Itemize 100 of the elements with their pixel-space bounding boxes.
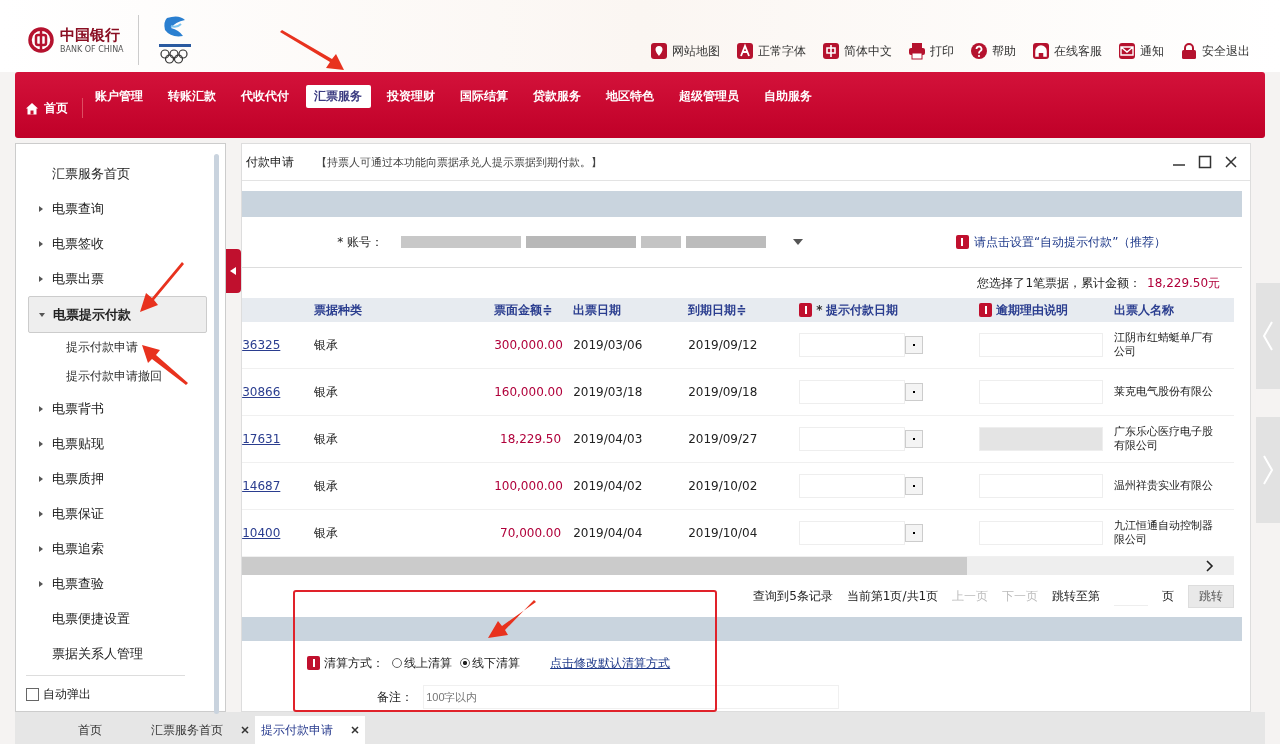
amount-cell: 18,229.50 bbox=[500, 432, 562, 446]
nav-tab[interactable]: 自助服务 bbox=[756, 85, 821, 108]
maximize-icon[interactable] bbox=[1198, 155, 1213, 169]
calendar-button[interactable] bbox=[905, 477, 924, 495]
bank-name-english: BANK OF CHINA bbox=[60, 45, 124, 54]
home-tab[interactable]: 首页 bbox=[25, 98, 83, 118]
bill-number-link[interactable]: 30866 bbox=[242, 385, 281, 399]
close-icon[interactable] bbox=[351, 726, 359, 734]
header-link[interactable]: 帮助 bbox=[970, 42, 1016, 60]
sidebar-item[interactable]: 电票追索 bbox=[28, 531, 207, 566]
bill-number-link[interactable]: 10400 bbox=[242, 526, 281, 540]
settlement-radio[interactable]: 线上清算 bbox=[392, 654, 453, 672]
close-icon[interactable] bbox=[1224, 155, 1239, 169]
date-field[interactable] bbox=[799, 474, 906, 498]
horizontal-scrollbar[interactable] bbox=[242, 557, 1235, 575]
table-cell: 2019/09/18 bbox=[688, 385, 758, 399]
sidebar-item[interactable]: 电票质押 bbox=[28, 461, 207, 496]
nav-tab[interactable]: 贷款服务 bbox=[525, 85, 590, 108]
table-cell: 银承 bbox=[314, 337, 339, 352]
date-field[interactable] bbox=[799, 333, 906, 357]
required-mark: * bbox=[816, 303, 823, 317]
auto-popup-checkbox[interactable]: 自动弹出 bbox=[26, 686, 185, 703]
nav-tab[interactable]: 地区特色 bbox=[598, 85, 663, 108]
table-cell: 2019/04/04 bbox=[573, 526, 643, 540]
nav-tab[interactable]: 汇票服务 bbox=[306, 85, 371, 108]
padlock-icon bbox=[1180, 42, 1198, 60]
calendar-button[interactable] bbox=[905, 430, 924, 448]
sidebar-subitem[interactable]: 提示付款申请撤回 bbox=[28, 362, 207, 391]
selection-summary: 您选择了1笔票据，累计金额： bbox=[977, 274, 1142, 292]
header-link[interactable]: 安全退出 bbox=[1180, 42, 1250, 60]
letter-icon bbox=[736, 42, 754, 60]
collapsed-triangle-icon bbox=[38, 405, 44, 412]
nav-tab[interactable]: 转账汇款 bbox=[160, 85, 225, 108]
table-cell: 2019/09/27 bbox=[688, 432, 758, 446]
sidebar-item[interactable]: 电票出票 bbox=[28, 261, 207, 296]
nav-tab[interactable]: 投资理财 bbox=[379, 85, 444, 108]
collapsed-triangle-icon bbox=[38, 545, 44, 552]
column-header: 票据种类 bbox=[314, 301, 363, 319]
amount-cell: 300,000.00 bbox=[494, 338, 563, 352]
bill-number-link[interactable]: 17631 bbox=[242, 432, 281, 446]
nav-tab[interactable]: 代收代付 bbox=[233, 85, 298, 108]
sidebar-subitem[interactable]: 提示付款申请 bbox=[28, 333, 207, 362]
column-header: 出票日期 bbox=[573, 301, 622, 319]
alert-icon bbox=[799, 303, 813, 317]
headset-icon bbox=[1032, 42, 1050, 60]
annotation-arrow bbox=[138, 262, 184, 312]
page-tab[interactable]: 首页 bbox=[35, 716, 145, 744]
header-link[interactable]: 在线客服 bbox=[1032, 42, 1102, 60]
bill-number-link[interactable]: 36325 bbox=[242, 338, 281, 352]
nav-tab[interactable]: 账户管理 bbox=[87, 85, 152, 108]
header-link[interactable]: 打印 bbox=[908, 42, 954, 60]
settlement-radio[interactable]: 线下清算 bbox=[460, 654, 521, 672]
home-icon bbox=[25, 101, 39, 115]
amount-cell: 70,000.00 bbox=[500, 526, 562, 540]
annotation-arrow bbox=[278, 30, 344, 72]
header-link[interactable]: 网站地图 bbox=[650, 42, 720, 60]
nav-tab[interactable]: 国际结算 bbox=[452, 85, 517, 108]
column-header: 提示付款日期 bbox=[826, 301, 899, 319]
sidebar-item[interactable]: 电票签收 bbox=[28, 226, 207, 261]
sidebar-item[interactable]: 汇票服务首页 bbox=[28, 156, 207, 191]
page-tab[interactable]: 提示付款申请 bbox=[255, 716, 365, 744]
alert-icon bbox=[955, 235, 969, 249]
sidebar-item[interactable]: 电票便捷设置 bbox=[28, 601, 207, 636]
sidebar-item[interactable]: 电票背书 bbox=[28, 391, 207, 426]
calendar-button[interactable] bbox=[905, 336, 924, 354]
auto-payment-link[interactable]: 请点击设置“自动提示付款”（推荐） bbox=[955, 233, 1167, 251]
header-link[interactable]: 正常字体 bbox=[736, 42, 806, 60]
total-amount: 18,229.50元 bbox=[1147, 274, 1221, 292]
column-header[interactable]: 票面金额≑ bbox=[494, 301, 553, 319]
date-field[interactable] bbox=[799, 521, 906, 545]
scroll-right-icon[interactable] bbox=[1206, 560, 1215, 572]
table-cell-text: 温州祥贵实业有限公 bbox=[1114, 479, 1215, 493]
header-link[interactable]: 简体中文 bbox=[822, 42, 892, 60]
sidebar-item[interactable]: 电票查验 bbox=[28, 566, 207, 601]
collapsed-triangle-icon bbox=[38, 240, 44, 247]
collapsed-triangle-icon bbox=[38, 205, 44, 212]
page-tab[interactable]: 汇票服务首页 bbox=[145, 716, 255, 744]
remarks-field[interactable]: 100字以内 bbox=[423, 685, 840, 709]
default-settlement-link[interactable]: 点击修改默认清算方式 bbox=[550, 654, 671, 672]
date-field[interactable] bbox=[799, 380, 906, 404]
collapsed-triangle-icon bbox=[38, 580, 44, 587]
sidebar-item[interactable]: 电票查询 bbox=[28, 191, 207, 226]
nav-tab[interactable]: 超级管理员 bbox=[671, 85, 748, 108]
bank-logo-icon bbox=[28, 27, 54, 53]
sidebar-item[interactable]: 电票贴现 bbox=[28, 426, 207, 461]
calendar-button[interactable] bbox=[905, 383, 924, 401]
column-header[interactable]: 到期日期≑ bbox=[688, 301, 747, 319]
header-link[interactable]: 通知 bbox=[1118, 42, 1164, 60]
settlement-label: 清算方式： bbox=[324, 654, 385, 672]
table-cell-text: 九江恒通自动控制器 限公司 bbox=[1114, 519, 1215, 547]
jump-button[interactable]: 跳转 bbox=[1188, 584, 1235, 608]
scrollbar[interactable] bbox=[213, 154, 219, 714]
close-icon[interactable] bbox=[241, 726, 249, 734]
calendar-button[interactable] bbox=[905, 524, 924, 542]
sidebar-item[interactable]: 电票提示付款 bbox=[28, 296, 207, 333]
table-cell: 2019/03/18 bbox=[573, 385, 643, 399]
bill-number-link[interactable]: 14687 bbox=[242, 479, 281, 493]
sidebar-item[interactable]: 电票保证 bbox=[28, 496, 207, 531]
sidebar-item[interactable]: 票据关系人管理 bbox=[28, 636, 207, 671]
date-field[interactable] bbox=[799, 427, 906, 451]
